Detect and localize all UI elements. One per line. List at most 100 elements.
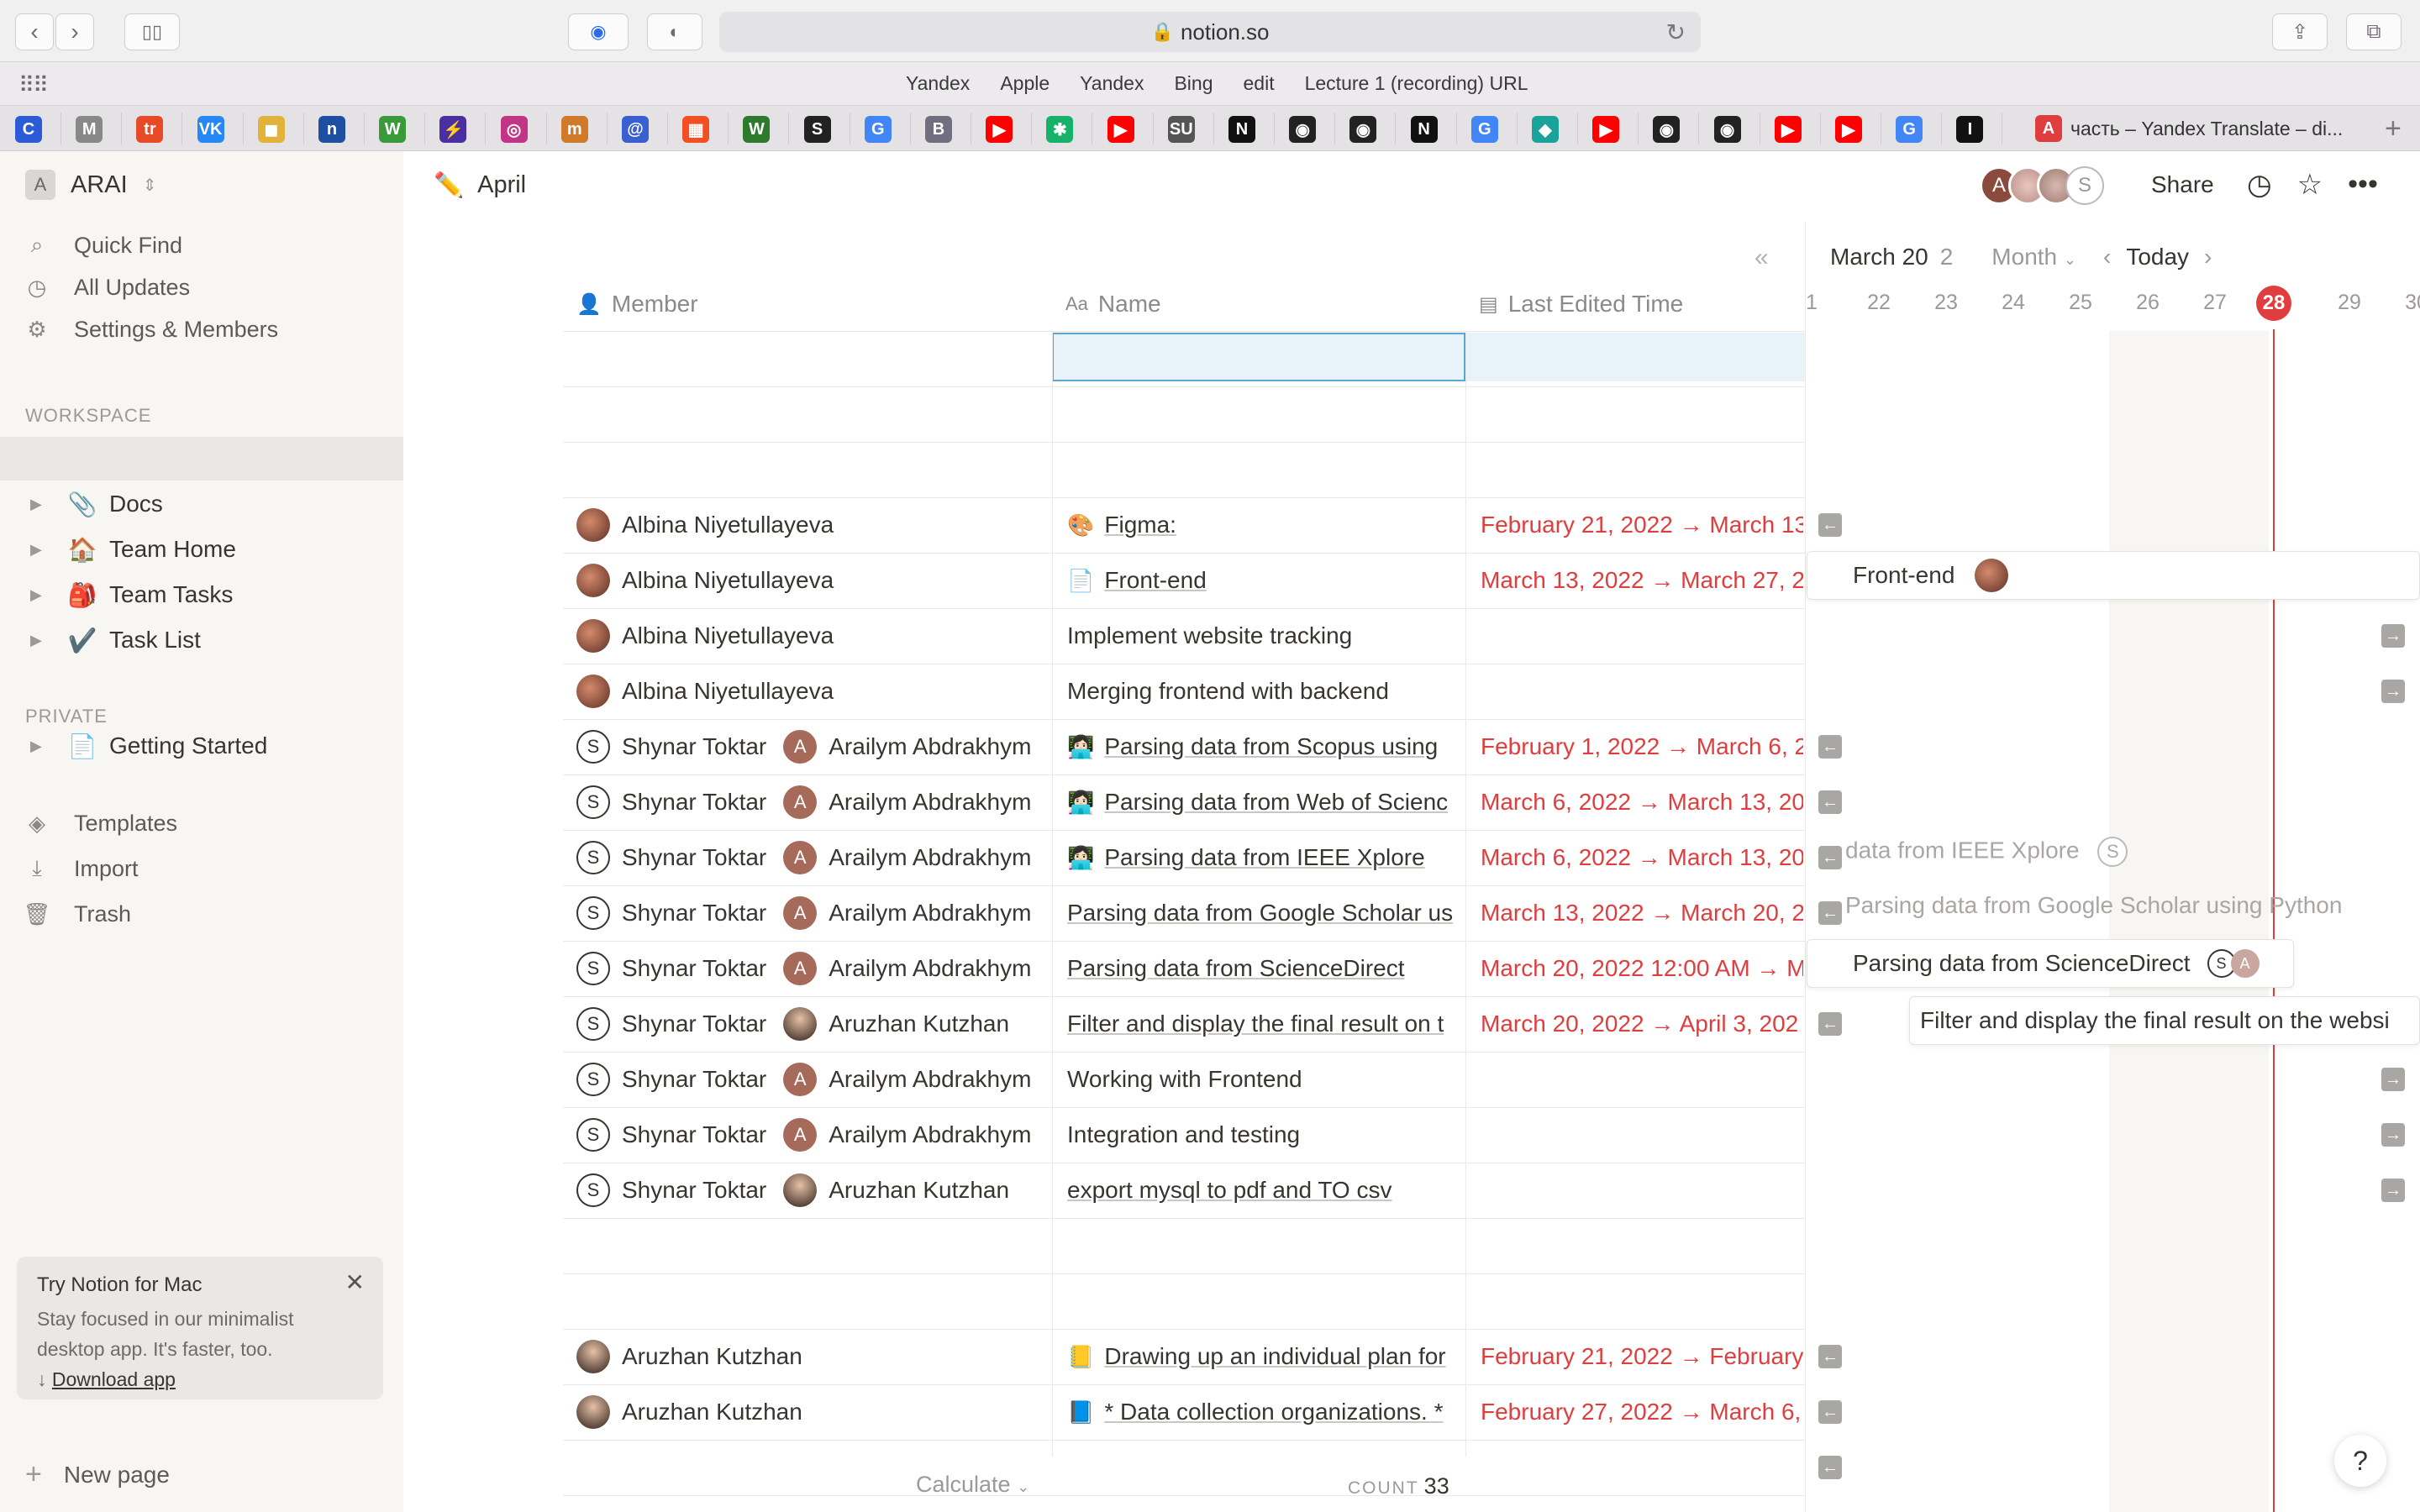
tab-favicon[interactable]: ▶ [1592,116,1620,143]
sidebar-toggle-button[interactable]: ▯▯ [124,13,180,50]
expand-triangle-icon[interactable]: ▶ [0,632,42,649]
scroll-left-arrow-icon[interactable]: ← [1818,790,1842,814]
timeline-bar-frontend[interactable]: Front-end [1807,551,2420,600]
tab-favicon[interactable]: ▶ [986,116,1013,143]
date-cell[interactable]: March 20, 2022 12:00 AM → M [1481,941,1803,996]
member-cell[interactable]: S Shynar Toktar A Arailym Abdrakhym [576,941,1047,996]
sidebar-page-docs[interactable]: ▶ 📎 Docs [0,482,403,526]
collaborator-avatars[interactable]: A S [1980,166,2104,205]
date-cell[interactable]: February 1, 2022 → March 6, 2 [1481,719,1803,774]
member-cell[interactable]: S Shynar Toktar Aruzhan Kutzhan [576,1163,1047,1218]
breadcrumb[interactable]: ✏️ April [434,171,526,200]
member-cell[interactable]: Albina Niyetullayeva [576,608,1047,664]
name-cell[interactable]: 👩🏻‍💻 Parsing data from Scopus using [1067,719,1464,774]
sidebar-all-updates[interactable]: ◷ All Updates [0,265,403,309]
tab-favicon[interactable]: N [1410,116,1438,143]
tab-favicon[interactable]: SU [1167,116,1195,143]
collapse-table-icon[interactable]: « [1754,244,1769,272]
favorite-link[interactable]: Yandex [906,72,970,95]
member-cell[interactable]: Albina Niyetullayeva [576,553,1047,608]
favorite-link[interactable]: Yandex [1080,72,1144,95]
name-cell[interactable]: Parsing data from Google Scholar us [1067,885,1464,941]
sidebar-trash[interactable]: 🗑 Trash [0,892,403,936]
tab-yandex-translate[interactable]: A часть – Yandex Translate – di... [2028,106,2385,151]
expand-triangle-icon[interactable]: ▶ [0,541,42,559]
tab-favicon[interactable]: N [1228,116,1255,143]
new-page-button[interactable]: + New page [25,1458,170,1491]
media-icon[interactable]: ◉ [568,13,629,50]
tab-favicon[interactable]: M [76,116,103,143]
help-button[interactable]: ? [2334,1435,2386,1487]
tab-favicon[interactable]: G [864,116,892,143]
tab-favicon[interactable]: ◼ [257,116,285,143]
tab-favicon[interactable]: S [803,116,831,143]
scroll-left-arrow-icon[interactable]: ← [1818,1400,1842,1424]
history-clock-icon[interactable]: ◷ [2247,168,2272,202]
name-cell[interactable]: 📄 Front-end [1067,553,1464,608]
favorite-link[interactable]: Bing [1174,72,1213,95]
expand-triangle-icon[interactable]: ▶ [0,738,42,755]
apps-grid-icon[interactable]: ⠿⠿ [18,72,49,98]
member-cell[interactable]: S Shynar Toktar A Arailym Abdrakhym [576,1107,1047,1163]
tab-favicon[interactable]: @ [622,116,649,143]
sidebar-settings[interactable]: ⚙ Settings & Members [0,307,403,351]
tab-favicon[interactable]: ◉ [1289,116,1317,143]
tab-favicon[interactable]: m [560,116,588,143]
tab-favicon[interactable]: ⚡ [439,116,467,143]
member-cell[interactable]: S Shynar Toktar Aruzhan Kutzhan [576,996,1047,1052]
tab-favicon[interactable]: G [1470,116,1498,143]
scroll-left-arrow-icon[interactable]: ← [1818,846,1842,869]
scroll-right-arrow-icon[interactable]: → [2381,1123,2405,1147]
expand-triangle-icon[interactable]: ▶ [0,586,42,604]
name-cell[interactable]: 📘 * Data collection organizations. * [1067,1384,1464,1440]
name-cell[interactable]: 👩🏻‍💻 Parsing data from IEEE Xplore [1067,830,1464,885]
timeline-bar-ieee[interactable]: data from IEEE Xplore S [1845,837,2128,867]
calculate-button[interactable]: Calculate ⌄ [916,1472,1029,1498]
tab-favicon[interactable]: B [925,116,952,143]
scroll-left-arrow-icon[interactable]: ← [1818,513,1842,537]
sidebar-page-getting-started[interactable]: ▶ 📄 Getting Started [0,724,403,768]
column-header-last-edited[interactable]: ▤ Last Edited Time [1479,291,1683,318]
tab-favicon[interactable]: W [743,116,771,143]
date-cell[interactable]: March 6, 2022 → March 13, 20 [1481,830,1803,885]
close-icon[interactable]: ✕ [345,1268,365,1296]
next-icon[interactable]: › [2204,244,2212,270]
date-cell[interactable] [1481,1052,1803,1107]
member-cell[interactable]: S Shynar Toktar A Arailym Abdrakhym [576,774,1047,830]
new-tab-button[interactable]: + [2385,113,2402,145]
scroll-left-arrow-icon[interactable]: ← [1818,1012,1842,1036]
tab-favicon[interactable]: I [1956,116,1984,143]
tab-favicon[interactable]: tr [136,116,164,143]
scroll-left-arrow-icon[interactable]: ← [1818,1456,1842,1479]
sidebar-page-team-home[interactable]: ▶ 🏠 Team Home [0,528,403,571]
date-cell[interactable] [1481,1163,1803,1218]
scroll-left-arrow-icon[interactable]: ← [1818,901,1842,925]
scroll-right-arrow-icon[interactable]: → [2381,680,2405,703]
member-cell[interactable]: S Shynar Toktar A Arailym Abdrakhym [576,885,1047,941]
date-cell[interactable]: February 21, 2022 → March 13 [1481,497,1803,553]
name-cell[interactable]: 📒 Drawing up an individual plan for [1067,1329,1464,1384]
scroll-right-arrow-icon[interactable]: → [2381,1068,2405,1091]
name-cell[interactable]: Parsing data from ScienceDirect [1067,941,1464,996]
reload-icon[interactable]: ↻ [1666,18,1686,46]
scroll-left-arrow-icon[interactable]: ← [1818,735,1842,759]
tab-favicon[interactable]: ▦ [682,116,710,143]
address-bar[interactable]: 🔒 notion.so ↻ [719,12,1701,52]
forward-button[interactable]: › [55,13,94,50]
favorite-link[interactable]: Apple [1000,72,1050,95]
workspace-switcher[interactable]: A ARAI ⇕ [25,170,156,200]
share-sheet-icon[interactable]: ⇪ [2272,13,2328,50]
sidebar-import[interactable]: ⤓ Import [0,847,403,890]
member-cell[interactable]: S Shynar Toktar A Arailym Abdrakhym [576,830,1047,885]
tab-favicon[interactable]: ▶ [1107,116,1134,143]
column-header-member[interactable]: 👤 Member [576,291,698,318]
timeline-bar-sciencedirect[interactable]: Parsing data from ScienceDirect S A [1807,939,2294,988]
name-cell[interactable]: Integration and testing [1067,1107,1464,1163]
timeline-bar-scholar[interactable]: Parsing data from Google Scholar using P… [1845,892,2342,919]
name-cell[interactable]: Working with Frontend [1067,1052,1464,1107]
sidebar-page-team-tasks[interactable]: ▶ 🎒 Team Tasks [0,573,403,617]
member-cell[interactable]: Albina Niyetullayeva [576,497,1047,553]
tab-favicon[interactable]: ◆ [1532,116,1559,143]
column-header-name[interactable]: Aa Name [1065,291,1161,318]
name-cell[interactable]: 👩🏻‍💻 Parsing data from Web of Scienc [1067,774,1464,830]
